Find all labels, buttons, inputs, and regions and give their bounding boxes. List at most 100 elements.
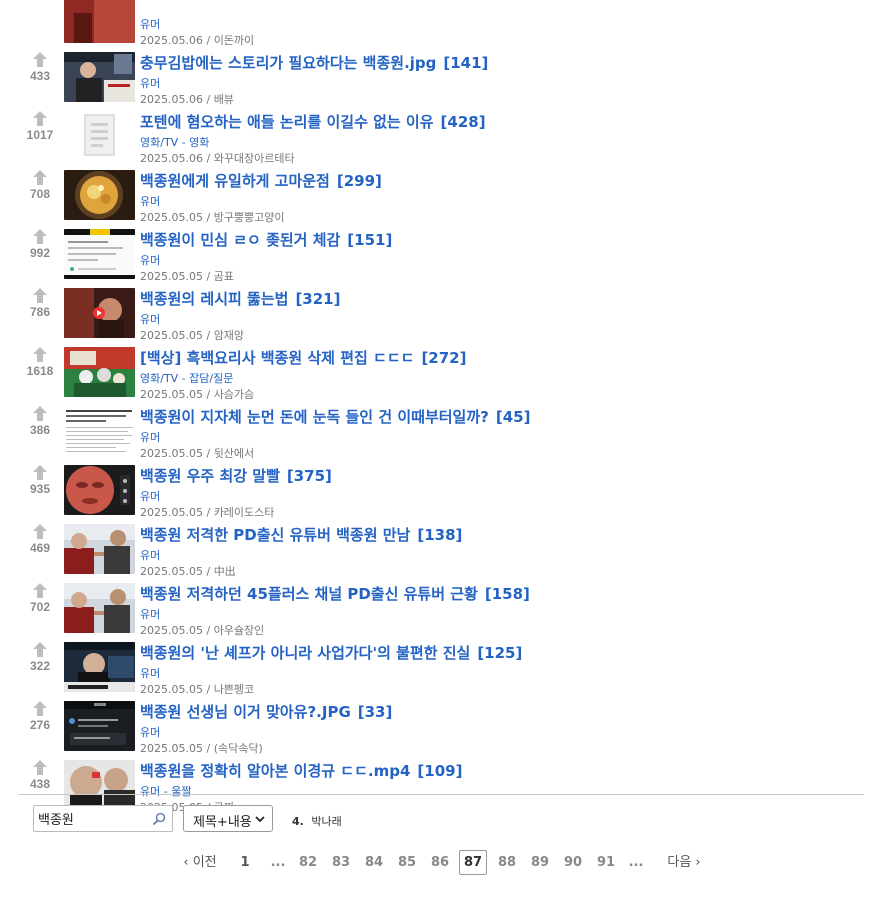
search-icon[interactable]	[152, 812, 166, 826]
comment-count[interactable]: [151]	[347, 231, 392, 249]
post-title-line[interactable]: 백종원 우주 최강 말빨 [375]	[140, 465, 332, 486]
post-title[interactable]: 백종원을 정확히 알아본 이경규 ㄷㄷ.mp4	[140, 762, 410, 780]
pagination-next[interactable]: 다음 ›	[660, 850, 708, 876]
post-thumbnail[interactable]	[64, 406, 135, 456]
list-item[interactable]: 433 충무김밥에는 스토리가 필요하다는 백종원.jpg [141] 유머 2025.…	[0, 40, 872, 106]
post-thumbnail[interactable]	[64, 760, 135, 810]
list-item[interactable]: 438백종원을 정확히 알아본 이경규 ㄷㄷ.mp4[109]유머 - 울짤20…	[0, 748, 872, 814]
comment-count[interactable]: [109]	[417, 762, 462, 780]
post-thumbnail[interactable]	[64, 52, 135, 102]
pagination-page[interactable]: 82	[295, 850, 321, 876]
comment-count[interactable]: [272]	[421, 349, 466, 367]
comment-count[interactable]: [428]	[441, 113, 486, 131]
post-thumbnail[interactable]	[64, 583, 135, 633]
pagination-page[interactable]: 85	[394, 850, 420, 876]
post-category[interactable]: 영화/TV - 영화	[140, 134, 209, 150]
pagination-page[interactable]: 86	[427, 850, 453, 876]
post-category[interactable]: 유머	[140, 488, 160, 504]
post-category[interactable]: 유머	[140, 252, 160, 268]
post-title[interactable]: 충무김밥에는 스토리가 필요하다는 백종원.jpg	[140, 54, 436, 72]
search-box[interactable]	[33, 805, 173, 832]
list-item[interactable]: 276 백종원 선생님 이거 맞아유?.JPG [33] 유머 2025.05.05 /…	[0, 689, 872, 755]
pagination-prev[interactable]: ‹ 이전	[176, 850, 224, 876]
post-title-line[interactable]: 백종원의 레시피 뚫는법 [321]	[140, 288, 340, 309]
post-title-line[interactable]: 백종원 저격한 PD출신 유튜버 백종원 만남 [138]	[140, 524, 462, 545]
post-title-line[interactable]: 충무김밥에는 스토리가 필요하다는 백종원.jpg [141]	[140, 52, 488, 73]
post-category[interactable]: 유머 - 울짤	[140, 783, 191, 799]
post-category[interactable]: 유머	[140, 724, 160, 740]
pagination-page[interactable]: 1	[232, 850, 258, 876]
post-title-line[interactable]: 백종원을 정확히 알아본 이경규 ㄷㄷ.mp4 [109]	[140, 760, 462, 781]
post-thumbnail[interactable]	[64, 524, 135, 574]
post-title[interactable]: [백상] 흑백요리사 백종원 삭제 편집 ㄷㄷㄷ	[140, 349, 414, 367]
list-item[interactable]: 1017 포텐에 혐오하는 애들 논리를 이길수 없는 이유 [428] 영화/TV …	[0, 99, 872, 165]
post-category[interactable]: 유머	[140, 193, 160, 209]
post-title[interactable]: 백종원 저격하던 45플러스 채널 PD출신 유튜버 근황	[140, 585, 478, 603]
list-item[interactable]: 386 백종원이 지자체 눈먼 돈에 눈독 들인 건 이때부터일까? [45] 유머 2…	[0, 394, 872, 460]
list-item[interactable]: 708 백종원에게 유일하게 고마운점 [299] 유머 2025.05.05 / 방구…	[0, 158, 872, 224]
pagination-page[interactable]: 84	[361, 850, 387, 876]
post-title-line[interactable]: 포텐에 혐오하는 애들 논리를 이길수 없는 이유 [428]	[140, 111, 486, 132]
post-title-line[interactable]: 백종원 저격하던 45플러스 채널 PD출신 유튜버 근황 [158]	[140, 583, 530, 604]
post-title-line[interactable]: 백종원의 '난 셰프가 아니라 사업가다'의 불편한 진실 [125]	[140, 642, 522, 663]
list-item[interactable]: 유머 2025.05.06 / 이돈까이	[0, 0, 872, 47]
post-category[interactable]: 유머	[140, 606, 160, 622]
post-category[interactable]: 유머	[140, 16, 160, 32]
comment-count[interactable]: [321]	[295, 290, 340, 308]
post-thumbnail[interactable]	[64, 170, 135, 220]
post-thumbnail[interactable]	[64, 0, 135, 43]
post-category[interactable]: 유머	[140, 311, 160, 327]
pagination-page[interactable]: 89	[527, 850, 553, 876]
post-thumbnail[interactable]	[64, 701, 135, 751]
list-item[interactable]: 469 백종원 저격한 PD출신 유튜버 백종원 만남 [138] 유머 2025.05…	[0, 512, 872, 578]
pagination-page[interactable]: 90	[560, 850, 586, 876]
post-category[interactable]: 영화/TV - 잡담/질문	[140, 370, 233, 386]
post-title[interactable]: 백종원 우주 최강 말빨	[140, 467, 280, 485]
post-title-line[interactable]: 백종원이 민심 ㄹㅇ 좆된거 체감 [151]	[140, 229, 392, 250]
pagination-page[interactable]: 88	[494, 850, 520, 876]
post-thumbnail[interactable]	[64, 229, 135, 279]
post-category[interactable]: 유머	[140, 429, 160, 445]
post-category[interactable]: 유머	[140, 665, 160, 681]
comment-count[interactable]: [125]	[477, 644, 522, 662]
comment-count[interactable]: [158]	[485, 585, 530, 603]
post-title-line[interactable]: 백종원 선생님 이거 맞아유?.JPG [33]	[140, 701, 392, 722]
post-title[interactable]: 백종원 저격한 PD출신 유튜버 백종원 만남	[140, 526, 410, 544]
list-item[interactable]: 992 백종원이 민심 ㄹㅇ 좆된거 체감 [151] 유머 2025.05.05 / …	[0, 217, 872, 283]
pagination-current-page[interactable]: 87	[459, 850, 487, 875]
post-title[interactable]: 백종원에게 유일하게 고마운점	[140, 172, 330, 190]
comment-count[interactable]: [138]	[417, 526, 462, 544]
list-item[interactable]: 322 백종원의 '난 셰프가 아니라 사업가다'의 불편한 진실 [125] 유머 2…	[0, 630, 872, 696]
recent-search-term[interactable]: 박나래	[311, 815, 341, 828]
post-title[interactable]: 백종원의 레시피 뚫는법	[140, 290, 288, 308]
comment-count[interactable]: [375]	[287, 467, 332, 485]
search-type-select[interactable]: 제목+내용	[183, 805, 273, 832]
post-title-line[interactable]: 백종원이 지자체 눈먼 돈에 눈독 들인 건 이때부터일까? [45]	[140, 406, 530, 427]
post-title[interactable]: 포텐에 혐오하는 애들 논리를 이길수 없는 이유	[140, 113, 434, 131]
comment-count[interactable]: [45]	[496, 408, 531, 426]
post-title[interactable]: 백종원의 '난 셰프가 아니라 사업가다'의 불편한 진실	[140, 644, 470, 662]
list-item[interactable]: 786 백종원의 레시피 뚫는법 [321] 유머 2025.05.05 / 암재앙	[0, 276, 872, 342]
list-item[interactable]: 702 백종원 저격하던 45플러스 채널 PD출신 유튜버 근황 [158] 유머 2…	[0, 571, 872, 637]
post-thumbnail[interactable]	[64, 465, 135, 515]
post-category[interactable]: 유머	[140, 547, 160, 563]
post-title[interactable]: 백종원 선생님 이거 맞아유?.JPG	[140, 703, 351, 721]
post-thumbnail[interactable]	[64, 642, 135, 692]
post-title[interactable]: 백종원이 민심 ㄹㅇ 좆된거 체감	[140, 231, 340, 249]
post-title-line[interactable]: [백상] 흑백요리사 백종원 삭제 편집 ㄷㄷㄷ [272]	[140, 347, 466, 368]
search-input[interactable]	[34, 806, 146, 831]
post-title-line[interactable]: 백종원에게 유일하게 고마운점 [299]	[140, 170, 382, 191]
pagination-page[interactable]: 91	[593, 850, 619, 876]
comment-count[interactable]: [33]	[358, 703, 393, 721]
post-category[interactable]: 유머	[140, 75, 160, 91]
list-item[interactable]: 1618 [백상] 흑백요리사 백종원 삭제 편집 ㄷㄷㄷ [272] 영화/TV -…	[0, 335, 872, 401]
list-item[interactable]: 935 백종원 우주 최강 말빨 [375] 유머 2025.05.05 / 카레이도스…	[0, 453, 872, 519]
post-thumbnail[interactable]	[64, 111, 135, 161]
post-thumbnail[interactable]	[64, 347, 135, 397]
comment-count[interactable]: [141]	[443, 54, 488, 72]
pagination-page[interactable]: 83	[328, 850, 354, 876]
post-title[interactable]: 백종원이 지자체 눈먼 돈에 눈독 들인 건 이때부터일까?	[140, 408, 489, 426]
post-thumbnail[interactable]	[64, 288, 135, 338]
recent-search[interactable]: 4. 박나래	[292, 813, 342, 829]
comment-count[interactable]: [299]	[337, 172, 382, 190]
